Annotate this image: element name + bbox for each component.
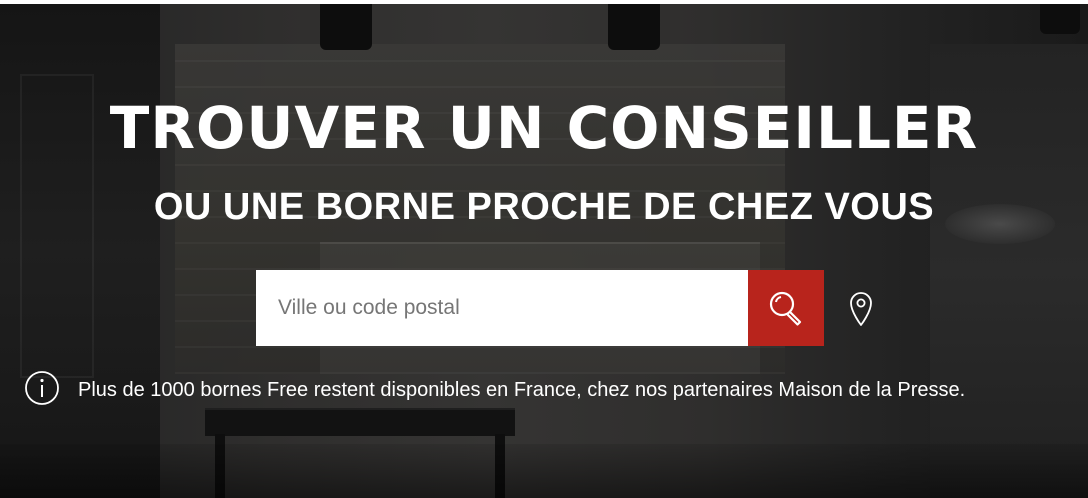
map-pin-icon xyxy=(850,292,872,326)
info-icon xyxy=(25,371,59,405)
background-lamp xyxy=(608,4,660,50)
background-lamp xyxy=(1040,4,1080,34)
background-lamp xyxy=(320,4,372,50)
page-title: TROUVER UN CONSEILLER xyxy=(109,94,979,162)
background-floor xyxy=(0,444,1088,498)
geolocate-button[interactable] xyxy=(844,286,878,330)
search-button[interactable] xyxy=(748,270,824,346)
page-subtitle: OU UNE BORNE PROCHE DE CHEZ VOUS xyxy=(153,186,935,228)
background-bench xyxy=(205,408,515,436)
info-message: Plus de 1000 bornes Free restent disponi… xyxy=(78,379,966,401)
store-locator-hero: ​ TROUVER UN CONSEILLER OU UNE BORNE PRO… xyxy=(0,4,1088,498)
city-postal-code-input[interactable] xyxy=(256,270,748,346)
search-icon xyxy=(769,291,802,326)
